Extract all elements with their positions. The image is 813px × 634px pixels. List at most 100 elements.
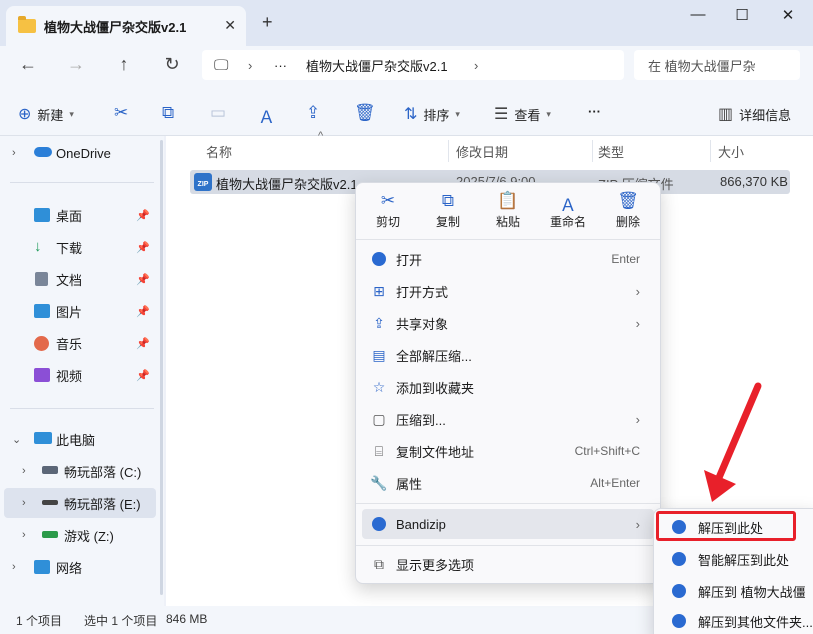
sidebar-item-onedrive[interactable]: › OneDrive bbox=[0, 138, 158, 168]
sidebar-item-drive-c[interactable]: › 畅玩部落 (C:) bbox=[0, 456, 158, 486]
delete-icon: 🗑 bbox=[617, 191, 639, 210]
sidebar-item-downloads[interactable]: ↓ 下载 📌 bbox=[0, 232, 158, 262]
details-pane-icon: ▥ bbox=[718, 106, 734, 123]
menu-item-label: 复制文件地址 bbox=[396, 444, 475, 460]
search-input[interactable]: 在 植物大战僵尸杂 bbox=[634, 50, 800, 80]
new-button[interactable]: ⊕ 新建 ▾ bbox=[18, 104, 74, 124]
pin-icon: 📌 bbox=[136, 369, 150, 382]
breadcrumb-chevron[interactable]: › bbox=[474, 58, 478, 73]
context-rename-button[interactable]: Ａ 重命名 bbox=[540, 191, 596, 230]
column-header-modified[interactable]: 修改日期 bbox=[456, 142, 508, 161]
new-tab-button[interactable]: + bbox=[262, 12, 273, 33]
up-icon[interactable]: ↑ bbox=[110, 54, 138, 75]
column-divider[interactable] bbox=[710, 140, 711, 162]
sidebar-item-label: 畅玩部落 (C:) bbox=[64, 464, 142, 480]
menu-item-open-with[interactable]: ⊞ 打开方式 › bbox=[362, 276, 654, 306]
column-divider[interactable] bbox=[592, 140, 593, 162]
sidebar-item-desktop[interactable]: 桌面 📌 bbox=[0, 200, 158, 230]
context-rename-label: 重命名 bbox=[549, 215, 586, 229]
sidebar-item-this-pc[interactable]: ⌄ 此电脑 bbox=[0, 424, 158, 454]
menu-item-label: 共享对象 bbox=[396, 316, 449, 332]
sidebar-item-label: 桌面 bbox=[56, 208, 83, 224]
menu-item-open[interactable]: 打开 Enter bbox=[362, 244, 654, 274]
drive-icon bbox=[42, 531, 58, 538]
context-paste-button[interactable]: 📋 粘贴 bbox=[480, 191, 536, 230]
sidebar-item-label: 网络 bbox=[56, 560, 83, 576]
submenu-extract-elsewhere[interactable]: 解压到其他文件夹... bbox=[658, 607, 813, 634]
view-button[interactable]: ☰ 查看 ▾ bbox=[494, 104, 551, 124]
bandizip-icon bbox=[672, 552, 686, 566]
paste-icon[interactable]: ▭ bbox=[210, 103, 226, 123]
menu-item-bandizip[interactable]: Bandizip › bbox=[362, 509, 654, 539]
sidebar-item-music[interactable]: 音乐 📌 bbox=[0, 328, 158, 358]
context-cut-button[interactable]: ✂ 剪切 bbox=[360, 191, 416, 230]
sidebar-item-label: 音乐 bbox=[56, 336, 83, 352]
sidebar-item-documents[interactable]: 文档 📌 bbox=[0, 264, 158, 294]
menu-item-add-favorites[interactable]: ☆ 添加到收藏夹 bbox=[362, 372, 654, 402]
chevron-right-icon: › bbox=[635, 315, 640, 331]
column-header-type[interactable]: 类型 bbox=[598, 142, 624, 161]
cloud-icon bbox=[34, 147, 52, 157]
sidebar-item-label: 下载 bbox=[56, 240, 83, 256]
context-delete-button[interactable]: 🗑 删除 bbox=[600, 191, 656, 230]
back-icon[interactable]: ← bbox=[14, 54, 42, 75]
sidebar-item-label: OneDrive bbox=[56, 145, 111, 161]
close-window-button[interactable]: ✕ bbox=[768, 6, 808, 24]
menu-item-label: 打开 bbox=[396, 252, 423, 268]
menu-item-label: 解压到其他文件夹... bbox=[698, 614, 813, 630]
sidebar-item-drive-e[interactable]: › 畅玩部落 (E:) bbox=[4, 488, 156, 518]
sidebar-scrollbar[interactable] bbox=[160, 140, 163, 595]
network-icon bbox=[34, 560, 50, 574]
tab-close-button[interactable]: ✕ bbox=[224, 17, 236, 34]
sidebar-item-network[interactable]: › 网络 bbox=[0, 552, 158, 582]
refresh-icon[interactable]: ↻ bbox=[158, 54, 186, 75]
share-icon[interactable]: ⇪ bbox=[306, 103, 320, 123]
minimize-button[interactable]: — bbox=[678, 6, 718, 23]
menu-item-compress-to[interactable]: ▢ 压缩到... › bbox=[362, 404, 654, 434]
sidebar-item-drive-z[interactable]: › 游戏 (Z:) bbox=[0, 520, 158, 550]
menu-item-properties[interactable]: 🔧 属性 Alt+Enter bbox=[362, 468, 654, 498]
submenu-smart-extract[interactable]: 智能解压到此处 bbox=[658, 545, 813, 573]
cut-icon[interactable]: ✂ bbox=[114, 103, 128, 123]
menu-item-share[interactable]: ⇪ 共享对象 › bbox=[362, 308, 654, 338]
explorer-tab[interactable]: 植物大战僵尸杂交版v2.1 ✕ bbox=[6, 6, 246, 46]
copy-path-icon: ⌸ bbox=[374, 442, 384, 459]
more-options-button[interactable]: ··· bbox=[588, 104, 601, 119]
document-icon bbox=[35, 272, 48, 286]
file-size: 866,370 KB bbox=[720, 174, 788, 189]
maximize-button[interactable]: ☐ bbox=[722, 6, 762, 24]
chevron-right-icon: › bbox=[22, 529, 26, 541]
drive-icon bbox=[42, 500, 58, 505]
extract-icon: ▤ bbox=[372, 346, 386, 363]
menu-item-label: 添加到收藏夹 bbox=[396, 380, 475, 396]
context-copy-label: 复制 bbox=[435, 215, 460, 229]
share-icon: ⇪ bbox=[373, 314, 385, 331]
column-header-name[interactable]: 名称 bbox=[206, 142, 232, 161]
chevron-down-icon: ▾ bbox=[546, 108, 551, 119]
submenu-extract-to-folder[interactable]: 解压到 植物大战僵 bbox=[658, 577, 813, 605]
menu-item-show-more[interactable]: ⧉ 显示更多选项 bbox=[362, 549, 654, 579]
menu-item-copy-path[interactable]: ⌸ 复制文件地址 Ctrl+Shift+C bbox=[362, 436, 654, 466]
sidebar-item-label: 游戏 (Z:) bbox=[64, 528, 114, 544]
forward-icon[interactable]: → bbox=[62, 54, 90, 75]
copy-icon[interactable]: ⧉ bbox=[162, 103, 174, 123]
details-button[interactable]: ▥ 详细信息 bbox=[718, 104, 791, 124]
rename-icon: Ａ bbox=[559, 196, 577, 215]
chevron-right-icon: › bbox=[635, 516, 640, 532]
sidebar-item-pictures[interactable]: 图片 📌 bbox=[0, 296, 158, 326]
divider bbox=[10, 182, 154, 183]
column-header-size[interactable]: 大小 bbox=[718, 142, 744, 161]
music-icon bbox=[34, 336, 49, 351]
delete-icon[interactable]: 🗑 bbox=[354, 103, 376, 123]
breadcrumb-more[interactable]: ··· bbox=[274, 58, 287, 73]
sidebar-item-videos[interactable]: 视频 📌 bbox=[0, 360, 158, 390]
menu-item-extract-all[interactable]: ▤ 全部解压缩... bbox=[362, 340, 654, 370]
column-divider[interactable] bbox=[448, 140, 449, 162]
pin-icon: 📌 bbox=[136, 273, 150, 286]
sort-button[interactable]: ⇅ 排序 ▾ bbox=[404, 104, 460, 124]
sort-ascending-icon: ^ bbox=[318, 130, 324, 142]
context-copy-button[interactable]: ⧉ 复制 bbox=[420, 191, 476, 230]
address-bar[interactable]: 🖵 › ··· 植物大战僵尸杂交版v2.1 › bbox=[202, 50, 624, 80]
breadcrumb-current[interactable]: 植物大战僵尸杂交版v2.1 bbox=[306, 56, 448, 75]
rename-icon[interactable]: Ａ bbox=[258, 103, 275, 128]
